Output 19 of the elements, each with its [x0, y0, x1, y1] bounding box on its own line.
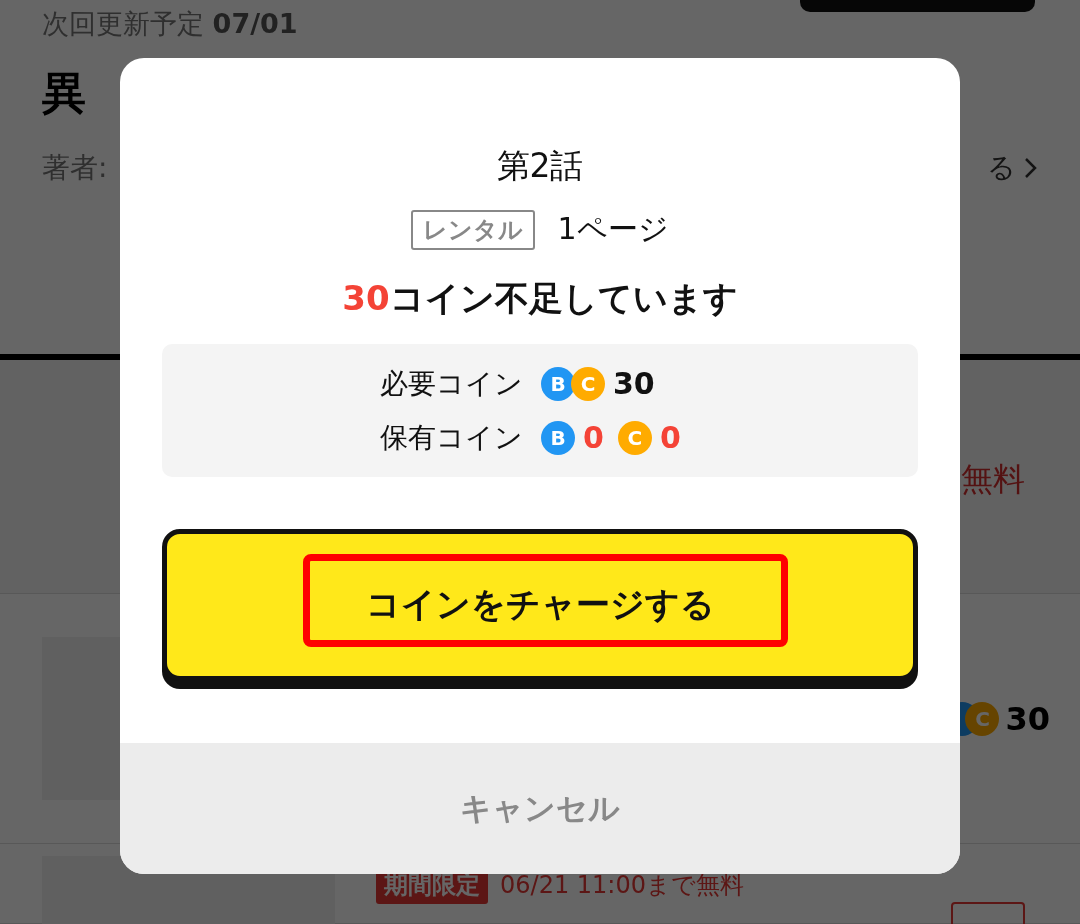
coin-icon: B [541, 366, 575, 401]
required-coins-label: 必要コイン [380, 365, 523, 402]
series-title: 異 [42, 66, 87, 120]
coin-icon: C [965, 701, 1000, 736]
page-count: 1ページ [557, 210, 669, 248]
rental-tag: レンタル [411, 209, 536, 250]
coin-icon: C [571, 366, 605, 401]
coin-amount: 30 [1005, 699, 1050, 738]
owned-coins-label: 保有コイン [380, 419, 523, 456]
owned-amount: 0 [583, 420, 604, 455]
shortage-message: 30コイン不足しています [342, 277, 738, 320]
coin-icon: B [541, 420, 575, 455]
cancel-button[interactable]: キャンセル [120, 743, 960, 874]
owned-amount: 0 [659, 420, 681, 455]
coin-icon: C [617, 420, 652, 455]
more-link[interactable]: る [987, 149, 1038, 187]
required-amount: 30 [613, 366, 655, 401]
price-text: 無料 [961, 458, 1025, 500]
episode-title: 第2話 [496, 145, 584, 187]
